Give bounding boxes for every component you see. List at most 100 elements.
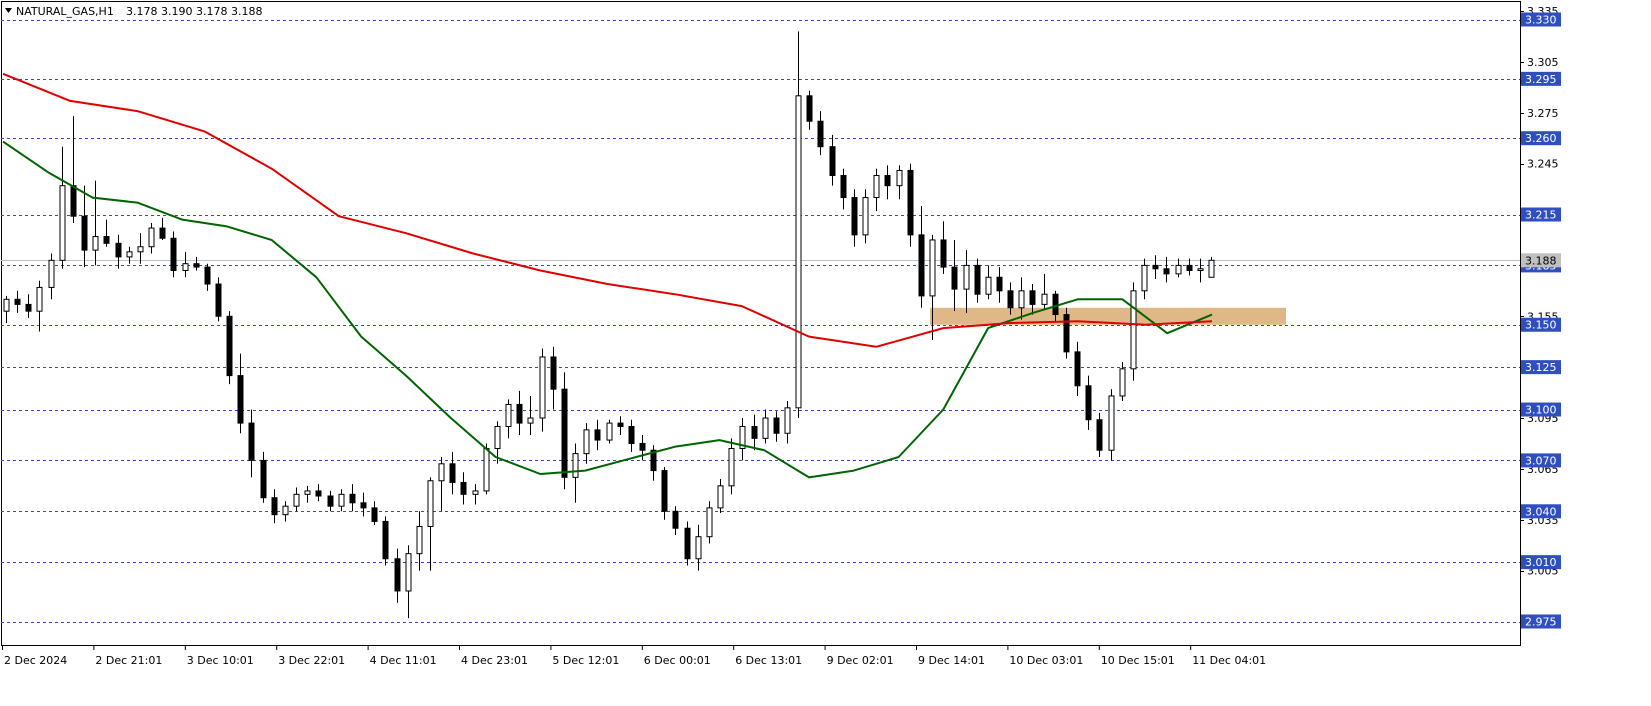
price-chart[interactable]: 3.3353.3053.2753.2453.2153.1853.1553.125… xyxy=(0,0,1651,706)
candle-body xyxy=(561,388,568,478)
level-price-text: 3.125 xyxy=(1525,361,1557,374)
candle-body xyxy=(494,425,501,450)
candle-body xyxy=(282,505,289,516)
level-price-text: 3.070 xyxy=(1525,454,1557,467)
candle-body xyxy=(806,95,813,122)
candle-body xyxy=(59,185,66,261)
candle-body xyxy=(449,463,456,483)
candle-body xyxy=(260,459,267,499)
candle-body xyxy=(115,242,122,258)
candle-body xyxy=(583,429,590,455)
x-tick-label: 9 Dec 14:01 xyxy=(918,654,985,667)
candle-body xyxy=(594,429,601,441)
candle-body xyxy=(1063,314,1070,353)
candle-body xyxy=(215,283,222,317)
candle-body xyxy=(572,453,579,478)
candle-body xyxy=(606,422,613,441)
candle-body xyxy=(1141,264,1148,292)
candle-body xyxy=(1186,264,1193,271)
candle-body xyxy=(862,197,869,236)
level-price-text: 3.295 xyxy=(1525,73,1557,86)
candle-body xyxy=(684,527,691,560)
candle-body xyxy=(873,175,880,199)
candle-body xyxy=(505,403,512,427)
candle-body xyxy=(81,215,88,251)
candle-body xyxy=(728,448,735,487)
candle-body xyxy=(193,263,200,268)
candle-body xyxy=(304,490,311,495)
candle-body xyxy=(405,553,412,592)
candle-body xyxy=(271,497,278,516)
candle-body xyxy=(884,175,891,187)
candle-body xyxy=(539,356,546,419)
candle-body xyxy=(1108,395,1115,451)
candle-body xyxy=(829,146,836,177)
candle-body xyxy=(137,246,144,253)
level-price-text: 2.975 xyxy=(1525,616,1557,629)
candle-body xyxy=(170,237,177,271)
candle-body xyxy=(527,417,534,424)
candle-body xyxy=(382,520,389,560)
candle-body xyxy=(126,251,133,258)
candle-body xyxy=(204,266,211,285)
x-tick-label: 10 Dec 03:01 xyxy=(1009,654,1083,667)
candle-body xyxy=(148,227,155,248)
ohlc-readout: 3.178 3.190 3.178 3.188 xyxy=(126,5,262,18)
candle-body xyxy=(951,266,958,290)
candle-body xyxy=(639,442,646,451)
level-price-text: 3.040 xyxy=(1525,505,1557,518)
candle-body xyxy=(159,227,166,239)
candle-body xyxy=(516,403,523,424)
x-tick-label: 4 Dec 23:01 xyxy=(461,654,528,667)
level-price-text: 3.215 xyxy=(1525,209,1557,222)
candle-body xyxy=(371,507,378,522)
level-price-text: 3.150 xyxy=(1525,319,1557,332)
candle-body xyxy=(237,375,244,424)
x-tick-label: 11 Dec 04:01 xyxy=(1192,654,1266,667)
x-tick-label: 6 Dec 00:01 xyxy=(644,654,711,667)
x-tick-label: 9 Dec 02:01 xyxy=(827,654,894,667)
candle-body xyxy=(1096,419,1103,451)
candle-body xyxy=(103,236,110,244)
candle-body xyxy=(751,425,758,439)
candle-body xyxy=(327,495,334,507)
candle-body xyxy=(460,481,467,495)
x-tick-label: 4 Dec 11:01 xyxy=(370,654,437,667)
candle-body xyxy=(907,169,914,236)
candle-body xyxy=(483,448,490,492)
candle-body xyxy=(784,407,791,434)
candle-body xyxy=(472,490,479,495)
candle-body xyxy=(1175,264,1182,275)
candle-body xyxy=(795,95,802,409)
y-tick-label: 3.275 xyxy=(1527,107,1559,120)
candle-body xyxy=(996,276,1003,292)
candle-body xyxy=(226,315,233,377)
candle-body xyxy=(182,263,189,271)
chart-background xyxy=(0,0,1651,706)
current-price-text: 3.188 xyxy=(1525,254,1557,267)
candle-body xyxy=(1197,268,1204,271)
candle-body xyxy=(1163,268,1170,275)
candle-body xyxy=(661,470,668,512)
candle-body xyxy=(974,264,981,295)
candle-body xyxy=(817,120,824,148)
candle-body xyxy=(1152,264,1159,270)
x-tick-label: 3 Dec 10:01 xyxy=(187,654,254,667)
candle-body xyxy=(929,239,936,297)
candle-body xyxy=(762,417,769,439)
candle-body xyxy=(1018,290,1025,309)
x-tick-label: 5 Dec 12:01 xyxy=(552,654,619,667)
candle-body xyxy=(672,510,679,529)
candle-body xyxy=(1085,385,1092,421)
candle-body xyxy=(25,303,32,312)
candle-body xyxy=(394,558,401,592)
chart-header: NATURAL_GAS,H1 3.178 3.190 3.178 3.188 xyxy=(5,5,262,18)
x-tick-label: 6 Dec 13:01 xyxy=(735,654,802,667)
candle-body xyxy=(360,502,367,509)
candle-body xyxy=(628,425,635,444)
level-price-text: 3.100 xyxy=(1525,404,1557,417)
candle-body xyxy=(70,185,77,217)
candle-body xyxy=(1208,259,1215,278)
candle-body xyxy=(3,298,10,312)
symbol-label: NATURAL_GAS,H1 xyxy=(16,5,114,18)
